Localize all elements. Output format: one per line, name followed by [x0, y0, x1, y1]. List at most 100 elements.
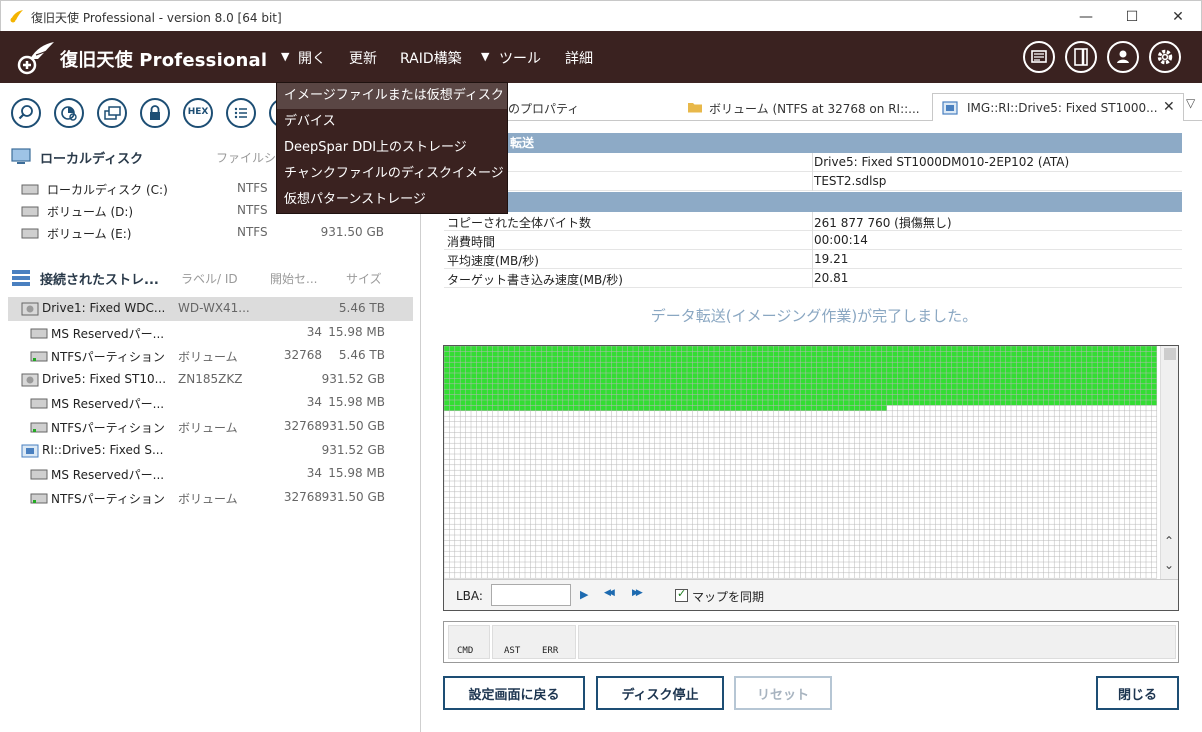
copy-icon — [104, 106, 121, 120]
lba-input[interactable] — [491, 584, 571, 606]
storage-name: NTFSパーティション — [51, 421, 165, 435]
search-button[interactable] — [11, 98, 41, 128]
tab-overflow-icon[interactable]: ▽ — [1186, 96, 1195, 110]
menu-tools[interactable]: ツール — [499, 48, 541, 68]
open-menu-arrow-icon[interactable]: ▼ — [281, 50, 289, 63]
window-title: 復旧天使 Professional - version 8.0 [64 bit] — [31, 11, 282, 25]
storage-row[interactable]: Drive5: Fixed ST10... ZN185ZKZ 931.52 GB — [8, 368, 413, 392]
storage-size: 931.50 GB — [321, 419, 385, 433]
hard-drive-icon — [21, 373, 39, 387]
tab-volume-label: ボリューム (NTFS at 32768 on RI::... — [709, 102, 920, 116]
user-button[interactable] — [1107, 41, 1139, 73]
scroll-thumb[interactable] — [1164, 348, 1176, 360]
property-row: 平均速度(MB/秒) 19.21 — [444, 250, 1182, 269]
image-icon — [942, 101, 958, 115]
maximize-button[interactable]: ☐ — [1109, 1, 1155, 32]
play-icon[interactable]: ▶ — [580, 588, 588, 601]
stop-disk-button[interactable]: ディスク停止 — [596, 676, 724, 710]
dropdown-item-2[interactable]: DeepSpar DDI上のストレージ — [277, 135, 507, 161]
app-logo-icon — [10, 10, 23, 23]
storage-label: ボリューム — [178, 350, 238, 365]
local-disk-fs: NTFS — [237, 225, 268, 239]
list-button[interactable] — [226, 98, 256, 128]
status-wide-cell — [578, 625, 1176, 659]
dropdown-item-3[interactable]: チャンクファイルのディスクイメージ — [277, 161, 507, 187]
storage-name: NTFSパーティション — [51, 491, 165, 506]
local-drive-icon — [21, 228, 39, 239]
copy-button[interactable] — [97, 98, 127, 128]
hex-button[interactable]: HEX — [183, 98, 213, 128]
log-icon — [1031, 50, 1047, 63]
sector-map-scrollbar[interactable]: ⌃ ⌄ — [1160, 346, 1178, 579]
sync-map-checkbox[interactable]: ✓ — [675, 587, 688, 602]
check-icon: ✓ — [677, 587, 687, 600]
close-button[interactable]: 閉じる — [1096, 676, 1179, 710]
storage-row[interactable]: MS Reservedパー... 34 15.98 MB — [8, 462, 413, 486]
property-value: 00:00:14 — [814, 233, 868, 247]
storage-name: NTFSパーティション — [51, 350, 165, 365]
property-divider — [812, 212, 813, 231]
cmd-cell: CMD — [448, 625, 490, 659]
storage-row[interactable]: NTFSパーティション ボリューム 32768 931.50 GB — [8, 415, 413, 439]
scan-button[interactable] — [54, 98, 84, 128]
lock-button[interactable] — [140, 98, 170, 128]
local-disk-row[interactable]: ボリューム (E:) NTFS 931.50 GB — [0, 222, 420, 244]
storage-start: 32768 — [283, 348, 322, 363]
local-disks-col-fs[interactable]: ファイルシ — [216, 149, 276, 166]
menu-raid[interactable]: RAID構築 — [400, 48, 462, 68]
open-dropdown-menu: イメージファイルまたは仮想ディスク デバイス DeepSpar DDI上のストレージ… — [276, 82, 508, 214]
storage-row[interactable]: MS Reservedパー... 34 15.98 MB — [8, 321, 413, 345]
storage-size: 15.98 MB — [328, 395, 385, 410]
tab-close-icon[interactable]: ✕ — [1163, 99, 1175, 115]
storage-size: 931.52 GB — [321, 371, 385, 386]
property-row: ターゲット書き込み速度(MB/秒) 20.81 — [444, 269, 1182, 288]
storage-row[interactable]: MS Reservedパー... 34 15.98 MB — [8, 391, 413, 415]
settings-button[interactable] — [1149, 41, 1181, 73]
partition-icon — [30, 469, 48, 480]
app-header: 復旧天使 Professional ▼ 開く 更新 RAID構築 ▼ ツール 詳… — [0, 31, 1202, 83]
col-size[interactable]: サイズ — [346, 270, 382, 287]
connected-storage-title: 接続されたストレ... — [40, 273, 159, 288]
property-value: Drive5: Fixed ST1000DM010-2EP102 (ATA) — [814, 155, 1070, 169]
tab-image[interactable]: IMG::RI::Drive5: Fixed ST1000... ✕ — [932, 93, 1184, 121]
log-button[interactable] — [1023, 41, 1055, 73]
property-row: 消費時間 00:00:14 — [444, 231, 1182, 250]
panel-button[interactable] — [1065, 41, 1097, 73]
tab-properties[interactable]: のプロパティ — [508, 93, 678, 121]
tab-volume[interactable]: ボリューム (NTFS at 32768 on RI::... — [680, 93, 930, 121]
reset-button[interactable]: リセット — [734, 676, 832, 710]
scroll-up-icon[interactable]: ⌃ — [1164, 534, 1174, 548]
status-message: データ転送(イメージング作業)が完了しました。 — [650, 307, 978, 325]
dropdown-item-4[interactable]: 仮想パターンストレージ — [277, 187, 507, 213]
property-divider — [812, 269, 813, 288]
sector-map[interactable] — [444, 346, 1160, 579]
rewind-icon[interactable]: ◀◀ — [604, 588, 615, 598]
fast-forward-icon[interactable]: ▶▶ — [632, 588, 643, 598]
scroll-down-icon[interactable]: ⌄ — [1164, 558, 1174, 572]
storage-row[interactable]: NTFSパーティション ボリューム 32768 931.50 GB — [8, 486, 413, 510]
back-to-settings-button[interactable]: 設定画面に戻る — [443, 676, 585, 710]
storage-row[interactable]: NTFSパーティション ボリューム 32768 5.46 TB — [8, 344, 413, 368]
sync-map-label[interactable]: マップを同期 — [692, 588, 764, 605]
tools-menu-arrow-icon[interactable]: ▼ — [481, 50, 489, 63]
dropdown-item-0[interactable]: イメージファイルまたは仮想ディスク — [277, 83, 507, 109]
title-bar: 復旧天使 Professional - version 8.0 [64 bit]… — [0, 0, 1202, 31]
menu-details[interactable]: 詳細 — [565, 48, 593, 68]
section-stats-header — [444, 192, 1182, 212]
tab-image-label: IMG::RI::Drive5: Fixed ST1000... — [967, 101, 1158, 115]
close-window-button[interactable]: ✕ — [1155, 1, 1201, 32]
dropdown-item-1[interactable]: デバイス — [277, 109, 507, 135]
storage-label: ボリューム — [178, 421, 238, 435]
storage-row[interactable]: Drive1: Fixed WDC... WD-WX41... 5.46 TB — [8, 297, 413, 321]
storage-size: 5.46 TB — [338, 301, 385, 315]
lock-icon — [150, 105, 160, 120]
menu-open[interactable]: 開く — [298, 48, 326, 68]
col-start-sector[interactable]: 開始セ... — [270, 270, 317, 287]
storage-row[interactable]: RI::Drive5: Fixed S... 931.52 GB — [8, 439, 413, 463]
minimize-button[interactable]: — — [1063, 1, 1109, 32]
col-label-id[interactable]: ラベル/ ID — [181, 270, 238, 287]
menu-refresh[interactable]: 更新 — [349, 48, 377, 68]
storage-size: 5.46 TB — [338, 348, 385, 363]
local-disk-name: ローカルディスク (C:) — [47, 183, 168, 197]
list-icon — [234, 107, 247, 119]
